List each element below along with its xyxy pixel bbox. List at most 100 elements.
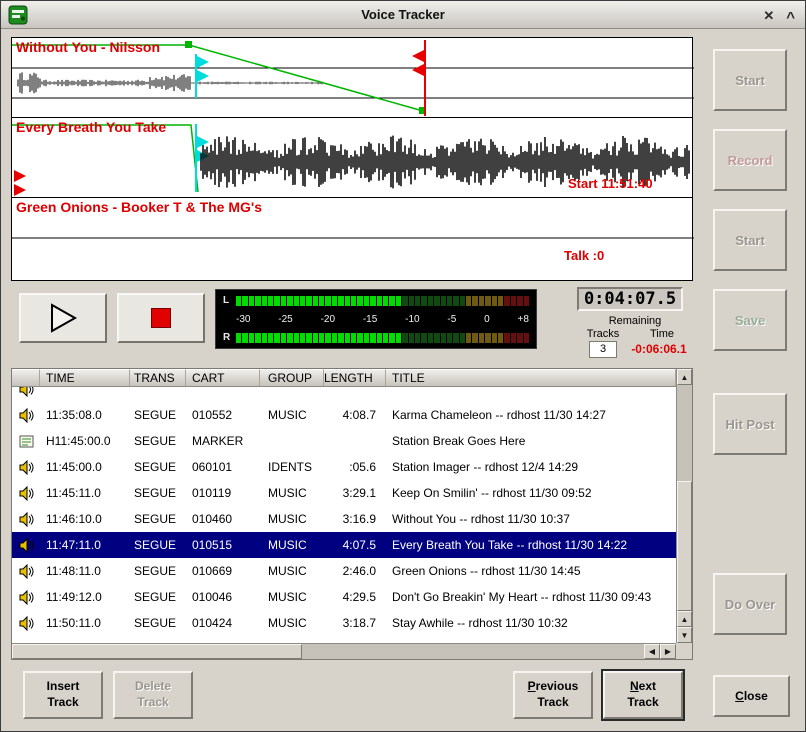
scroll-up-button[interactable]: ▲ <box>677 611 692 627</box>
log-row[interactable] <box>12 387 676 402</box>
cell-group: MUSIC <box>260 538 324 552</box>
record-button[interactable]: Record <box>713 129 787 191</box>
elapsed-time-display: 0:04:07.5 <box>577 287 683 311</box>
cell-trans: SEGUE <box>130 408 186 422</box>
vertical-scroll-thumb[interactable] <box>677 481 692 611</box>
column-header-title[interactable]: TITLE <box>386 369 676 386</box>
log-row[interactable]: 11:45:00.0SEGUE060101IDENTS:05.6Station … <box>12 454 676 480</box>
delete-track-button[interactable]: Delete Track <box>113 671 193 719</box>
log-list: TIMETRANSCARTGROUPLENGTHTITLE 11:35:08.0… <box>11 368 693 660</box>
start-marker-icon[interactable] <box>14 170 26 182</box>
track-pane-1[interactable]: Without You - Nilsson <box>12 38 692 118</box>
save-button[interactable]: Save <box>713 289 787 351</box>
column-header-icon <box>12 369 40 386</box>
speaker-icon <box>12 590 40 605</box>
vertical-scrollbar[interactable]: ▲ ▲ ▼ <box>676 369 692 643</box>
cell-length: 3:18.7 <box>324 616 386 630</box>
cell-trans: SEGUE <box>130 512 186 526</box>
marker-icon <box>12 434 40 449</box>
log-header: TIMETRANSCARTGROUPLENGTHTITLE <box>12 369 676 387</box>
cell-time: 11:46:10.0 <box>40 512 130 526</box>
horizontal-scroll-thumb[interactable] <box>12 644 302 659</box>
track-pane-3[interactable]: Green Onions - Booker T & The MG's Talk … <box>12 198 692 278</box>
cell-cart: 010669 <box>186 564 260 578</box>
cell-time: 11:47:11.0 <box>40 538 130 552</box>
cell-length: 3:29.1 <box>324 486 386 500</box>
cell-cart: 010424 <box>186 616 260 630</box>
log-row[interactable]: 11:35:08.0SEGUE010552MUSIC4:08.7Karma Ch… <box>12 402 676 428</box>
cell-time: H11:45:00.0 <box>40 434 130 448</box>
speaker-icon <box>12 512 40 527</box>
start-button-2[interactable]: Start <box>713 209 787 271</box>
log-row[interactable]: 11:47:11.0SEGUE010515MUSIC4:07.5Every Br… <box>12 532 676 558</box>
cell-group: MUSIC <box>260 590 324 604</box>
insert-track-button[interactable]: Insert Track <box>23 671 103 719</box>
fade-handle[interactable] <box>185 41 192 48</box>
cell-length: 2:46.0 <box>324 564 386 578</box>
track2-title: Every Breath You Take <box>16 119 166 135</box>
cell-time: 11:48:11.0 <box>40 564 130 578</box>
cell-length: 3:16.9 <box>324 512 386 526</box>
remaining-heading: Remaining <box>577 315 693 327</box>
cell-time: 11:50:11.0 <box>40 616 130 630</box>
segue-marker-icon[interactable] <box>197 70 209 82</box>
column-header-time[interactable]: TIME <box>40 369 130 386</box>
left-meter-segments <box>236 296 529 306</box>
cell-cart: 060101 <box>186 460 260 474</box>
cell-trans: SEGUE <box>130 616 186 630</box>
log-row[interactable]: 11:48:11.0SEGUE010669MUSIC2:46.0Green On… <box>12 558 676 584</box>
play-button[interactable] <box>19 293 107 343</box>
waveform-editor: Without You - Nilsson Every Breath You T… <box>11 37 693 281</box>
vu-meter: L -30-25-20-15-10-50+8 R <box>215 289 537 349</box>
app-icon <box>8 5 28 25</box>
log-row[interactable]: 11:49:12.0SEGUE010046MUSIC4:29.5Don't Go… <box>12 584 676 610</box>
scroll-left-button[interactable]: ◀ <box>644 644 660 659</box>
cell-time: 11:35:08.0 <box>40 408 130 422</box>
start-button-1[interactable]: Start <box>713 49 787 111</box>
speaker-icon <box>12 460 40 475</box>
cell-title: Every Breath You Take -- rdhost 11/30 14… <box>386 538 676 552</box>
speaker-icon <box>12 538 40 553</box>
column-header-group[interactable]: GROUP <box>260 369 324 386</box>
window-title: Voice Tracker <box>1 1 805 29</box>
left-channel-label: L <box>223 295 236 306</box>
scroll-up-button[interactable]: ▲ <box>677 369 692 385</box>
close-button[interactable]: Close <box>713 675 790 717</box>
hit-post-button[interactable]: Hit Post <box>713 393 787 455</box>
segue-marker-icon[interactable] <box>197 56 209 68</box>
track3-talk-counter: Talk :0 <box>564 248 604 263</box>
end-marker-icon[interactable] <box>412 50 424 62</box>
cell-group: MUSIC <box>260 564 324 578</box>
log-row[interactable]: H12:00:00.0SEGUEMARKERLegal ID Goes Here <box>12 636 676 643</box>
end-marker-icon[interactable] <box>412 64 424 76</box>
cell-time: 11:45:11.0 <box>40 486 130 500</box>
track-pane-2[interactable]: Every Breath You Take Start 11:51:40 <box>12 118 692 198</box>
column-header-length[interactable]: LENGTH <box>324 369 386 386</box>
log-body: 11:35:08.0SEGUE010552MUSIC4:08.7Karma Ch… <box>12 387 676 643</box>
scroll-right-button[interactable]: ▶ <box>660 644 676 659</box>
remaining-tracks-label: Tracks <box>579 328 627 340</box>
cell-length: 4:08.7 <box>324 408 386 422</box>
cell-title: Don't Go Breakin' My Heart -- rdhost 11/… <box>386 590 676 604</box>
log-row[interactable]: 11:45:11.0SEGUE010119MUSIC3:29.1Keep On … <box>12 480 676 506</box>
log-row[interactable]: H11:45:00.0SEGUEMARKERStation Break Goes… <box>12 428 676 454</box>
column-header-cart[interactable]: CART <box>186 369 260 386</box>
close-icon[interactable]: ✕ <box>763 9 774 22</box>
track1-title: Without You - Nilsson <box>16 39 160 55</box>
stop-button[interactable] <box>117 293 205 343</box>
horizontal-scrollbar[interactable]: ◀ ▶ <box>12 643 676 659</box>
column-header-trans[interactable]: TRANS <box>130 369 186 386</box>
start-marker-icon[interactable] <box>14 184 26 196</box>
cell-trans: SEGUE <box>130 486 186 500</box>
cell-title: Stay Awhile -- rdhost 11/30 10:32 <box>386 616 676 630</box>
cell-title: Station Break Goes Here <box>386 434 676 448</box>
log-row[interactable]: 11:46:10.0SEGUE010460MUSIC3:16.9Without … <box>12 506 676 532</box>
titlebar: Voice Tracker ✕ ^ <box>1 1 805 29</box>
cell-length: :05.6 <box>324 460 386 474</box>
scroll-down-button[interactable]: ▼ <box>677 627 692 643</box>
shade-icon[interactable]: ^ <box>786 10 795 25</box>
previous-track-button[interactable]: Previous Track <box>513 671 593 719</box>
log-row[interactable]: 11:50:11.0SEGUE010424MUSIC3:18.7Stay Awh… <box>12 610 676 636</box>
next-track-button[interactable]: Next Track <box>603 671 683 719</box>
do-over-button[interactable]: Do Over <box>713 573 787 635</box>
